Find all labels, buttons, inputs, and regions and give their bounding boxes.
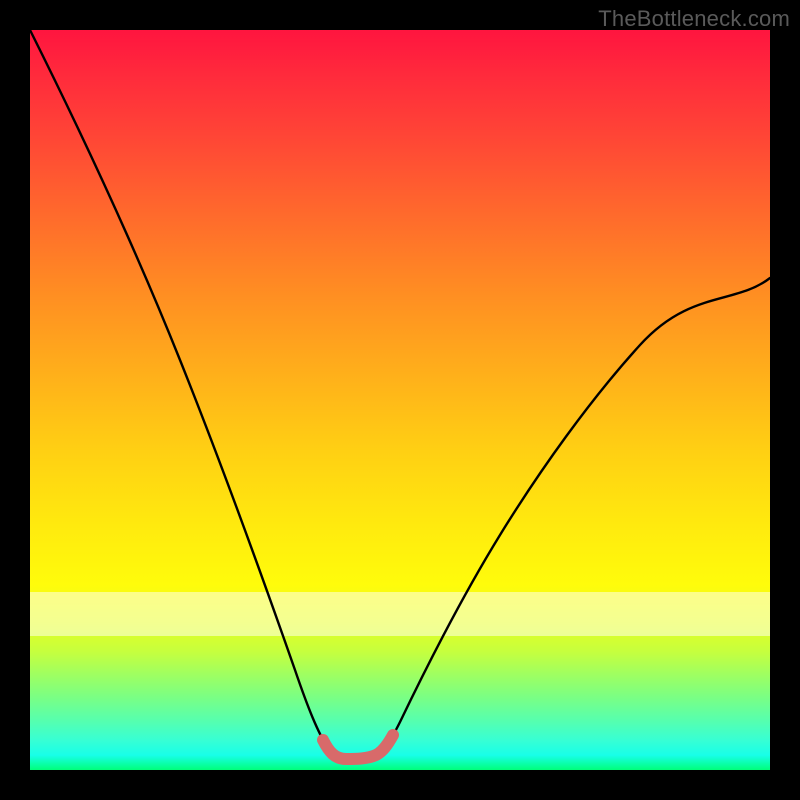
bottleneck-curve-path	[30, 30, 770, 759]
bottleneck-curve-highlight	[323, 735, 393, 759]
plot-area	[30, 30, 770, 770]
watermark-text: TheBottleneck.com	[598, 6, 790, 32]
chart-svg	[30, 30, 770, 770]
chart-frame: TheBottleneck.com	[0, 0, 800, 800]
